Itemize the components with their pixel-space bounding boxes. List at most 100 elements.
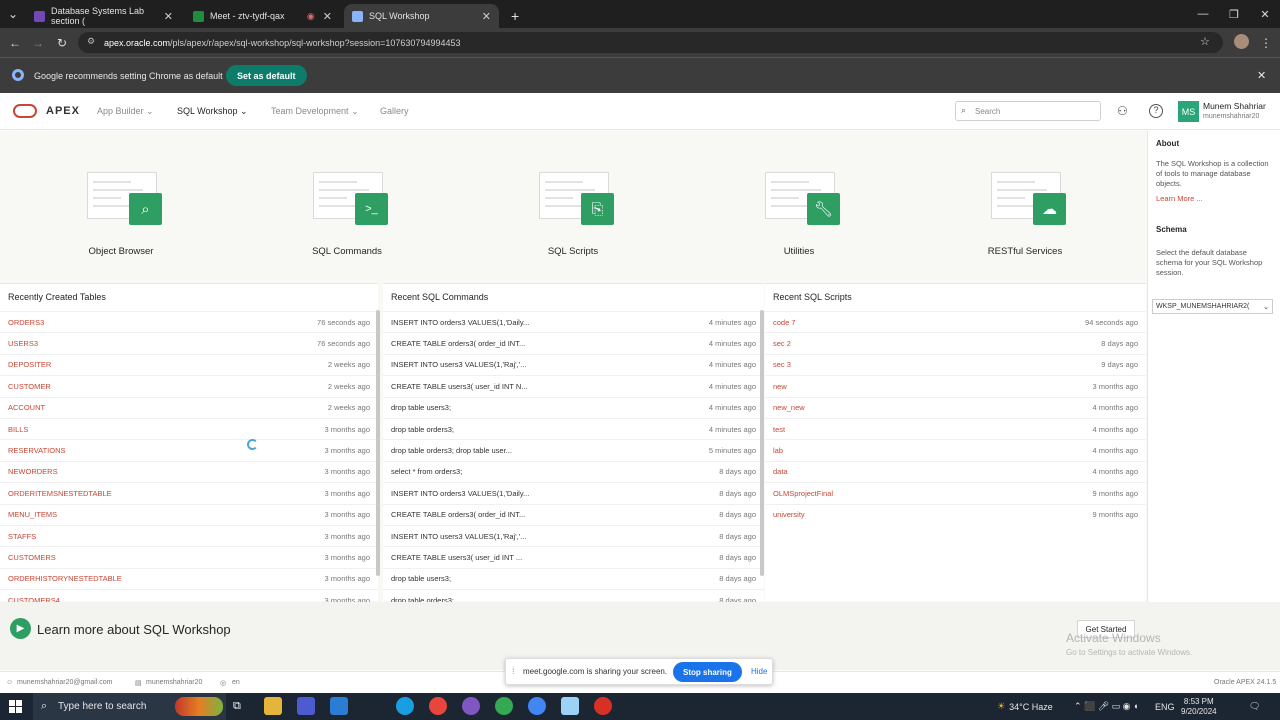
site-info-icon[interactable]: ⚙ [87,36,95,47]
row-name[interactable]: RESERVATIONS [8,446,325,455]
table-row[interactable]: data 4 months ago [765,460,1146,482]
schema-select[interactable]: WKSP_MUNEMSHAHRIAR2( ⌄ [1152,299,1273,314]
row-name[interactable]: drop table orders3; [391,425,709,434]
table-row[interactable]: DEPOSITER 2 weeks ago [0,353,378,375]
table-row[interactable]: CREATE TABLE users3( user_id INT N... 4 m… [383,375,764,396]
restore-icon[interactable]: ❐ [1217,0,1251,28]
row-name[interactable]: test [773,425,1093,434]
utilities-tile[interactable]: 🔧︎ [765,170,845,230]
table-row[interactable]: ORDERHISTORYNESTEDTABLE 3 months ago [0,567,378,589]
row-name[interactable]: CREATE TABLE orders3( order_id INT... [391,510,719,519]
notifications-icon[interactable]: 🗨︎ [1249,693,1260,720]
tile-label-restful-services[interactable]: RESTful Services [955,246,1095,257]
row-name[interactable]: ORDERS3 [8,318,317,327]
row-name[interactable]: new [773,382,1093,391]
sql-scripts-tile[interactable]: ⎘ [539,170,619,230]
browser-tab-sql-workshop[interactable]: SQL Workshop ✕ [344,4,499,28]
user-name[interactable]: Munem Shahriar [1203,101,1266,111]
table-row[interactable]: CREATE TABLE users3( user_id INT ... 8 da… [383,546,764,567]
mail-icon[interactable] [330,697,348,715]
browser-tab-meet[interactable]: Meet - ztv-tydf-qax ◉ ✕ [185,4,340,28]
tile-label-utilities[interactable]: Utilities [729,246,869,257]
apex-search-input[interactable]: ⌕ Search [955,101,1101,121]
nav-team-development[interactable]: Team Development ⌄ [271,106,359,117]
nav-gallery[interactable]: Gallery [380,106,409,116]
row-name[interactable]: CUSTOMERS [8,553,325,562]
row-name[interactable]: DEPOSITER [8,360,328,369]
user-add-icon[interactable]: ⚇ [1117,104,1128,118]
row-name[interactable]: MENU_ITEMS [8,510,325,519]
nav-app-builder[interactable]: App Builder ⌄ [97,106,154,117]
row-name[interactable]: CUSTOMER [8,382,328,391]
row-name[interactable]: new_new [773,403,1093,412]
weather-widget[interactable]: ☀ 34°C Haze [997,693,1053,720]
table-row[interactable]: CREATE TABLE orders3( order_id INT... 4 m… [383,332,764,353]
table-row[interactable]: ORDERITEMSNESTEDTABLE 3 months ago [0,482,378,503]
table-row[interactable]: sec 39 days ago [765,353,1146,375]
table-row[interactable]: ACCOUNT 2 weeks ago [0,396,378,418]
close-infobar-icon[interactable]: ✕ [1257,69,1266,82]
notepad-icon[interactable] [561,697,579,715]
windows-start-icon[interactable] [9,700,22,713]
table-row[interactable]: university 9 months ago [765,503,1146,525]
restful-services-tile[interactable]: ☁ [991,170,1071,230]
row-name[interactable]: STAFFS [8,532,325,541]
tile-label-sql-commands[interactable]: SQL Commands [277,246,417,257]
store-icon[interactable] [297,697,315,715]
table-row[interactable]: BILLS 3 months ago [0,418,378,439]
row-name[interactable]: ACCOUNT [8,403,328,412]
row-name[interactable]: USERS3 [8,339,317,348]
table-row[interactable]: ORDERS3 76 seconds ago [0,311,378,332]
row-name[interactable]: CREATE TABLE orders3( order_id INT... [391,339,709,348]
hide-share-bar-link[interactable]: Hide [751,667,767,676]
clock[interactable]: 8:53 PM 9/20/2024 [1181,693,1217,720]
table-row[interactable]: code 7 94 seconds ago [765,311,1146,332]
table-row[interactable]: select * from orders3; 8 days ago [383,460,764,482]
tile-label-sql-scripts[interactable]: SQL Scripts [503,246,643,257]
row-name[interactable]: INSERT INTO users3 VALUES(1,'Raj','... [391,360,709,369]
stop-sharing-button[interactable]: Stop sharing [673,662,742,682]
oracle-logo-icon[interactable] [13,104,37,118]
object-browser-tile[interactable]: ⌕ [87,170,167,230]
address-bar[interactable]: ⚙ apex.oracle.com /pls/apex/r/apex/sql-w… [78,32,1223,53]
table-row[interactable]: STAFFS 3 months ago [0,525,378,546]
chrome-icon[interactable] [495,697,513,715]
table-row[interactable]: MENU_ITEMS 3 months ago [0,503,378,525]
system-tray-icons[interactable]: ⌃ ⬛ 🎤︎ ▭ ◉ ◖ [1074,693,1138,720]
task-view-icon[interactable]: ⧉ [233,700,241,713]
row-name[interactable]: drop table users3; [391,574,719,583]
back-icon[interactable]: ← [4,28,26,57]
scrollbar[interactable] [760,310,764,576]
drag-handle-icon[interactable]: ⁞ [512,666,515,676]
row-name[interactable]: INSERT INTO orders3 VALUES(1,'Daily... [391,318,709,327]
close-tab-icon[interactable]: ✕ [164,10,173,23]
table-row[interactable]: new_new 4 months ago [765,396,1146,418]
footer-language[interactable]: en [232,679,240,686]
row-name[interactable]: code 7 [773,318,1085,327]
row-name[interactable]: OLMSprojectFinal [773,489,1093,498]
chrome-icon[interactable] [429,697,447,715]
row-name[interactable]: drop table users3; [391,403,709,412]
table-row[interactable]: INSERT INTO orders3 VALUES(1,'Daily... 8 … [383,482,764,503]
bookmark-star-icon[interactable]: ☆ [1200,35,1210,48]
chrome-active-icon[interactable] [528,697,546,715]
table-row[interactable]: INSERT INTO users3 VALUES(1,'Raj','... 4 … [383,353,764,375]
learn-more-text[interactable]: Learn more about SQL Workshop [37,622,231,637]
recorder-icon[interactable] [594,697,612,715]
learn-more-link[interactable]: Learn More ... [1156,194,1272,203]
table-row[interactable]: RESERVATIONS 3 months ago [0,439,378,460]
file-explorer-icon[interactable] [264,697,282,715]
table-row[interactable]: drop table orders3; 4 minutes ago [383,418,764,439]
row-name[interactable]: NEWORDERS [8,467,325,476]
play-icon[interactable]: ▶ [10,618,31,639]
sql-commands-tile[interactable]: >_ [313,170,393,230]
new-tab-icon[interactable]: + [503,4,523,28]
browser-tab-classroom[interactable]: Database Systems Lab section ( ✕ [26,4,181,28]
table-row[interactable]: OLMSprojectFinal 9 months ago [765,482,1146,503]
row-name[interactable]: INSERT INTO orders3 VALUES(1,'Daily... [391,489,719,498]
table-row[interactable]: CREATE TABLE orders3( order_id INT... 8 d… [383,503,764,525]
table-row[interactable]: drop table users3; 8 days ago [383,567,764,589]
row-name[interactable]: data [773,467,1093,476]
minimize-icon[interactable]: — [1186,0,1220,28]
nav-sql-workshop[interactable]: SQL Workshop ⌄ [177,106,248,117]
